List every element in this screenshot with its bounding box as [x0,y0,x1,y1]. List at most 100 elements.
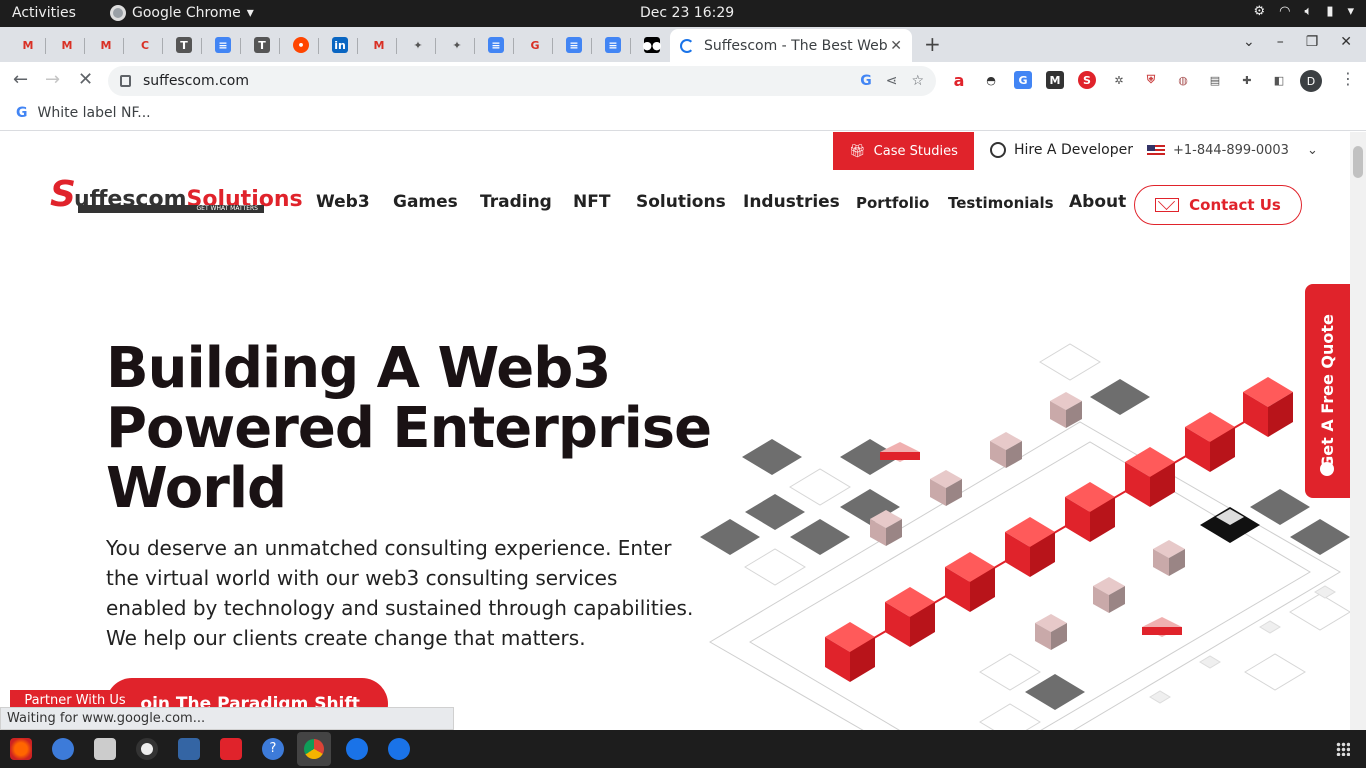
hero-description: You deserve an unmatched consulting expe… [106,536,694,650]
translate-icon[interactable]: G [1014,71,1032,89]
chrome-dock-item[interactable] [297,732,331,766]
nav-trading[interactable]: Trading [480,192,552,212]
writer-icon[interactable] [178,738,200,760]
close-window-button[interactable]: ✕ [1340,34,1352,50]
url-text[interactable]: suffescom.com [143,73,846,89]
settings-icon: ⚙ [1253,4,1266,19]
loading-spinner-icon [680,38,694,53]
medium-icon: ●● [642,37,662,53]
nav-solutions[interactable]: Solutions [636,192,726,212]
address-bar[interactable]: suffescom.com G ⋖ ☆ [108,66,936,96]
globe-icon[interactable]: ◍ [1174,71,1192,89]
activities-button[interactable]: Activities [12,5,76,21]
new-tab-button[interactable]: + [924,32,941,56]
page-scrollbar[interactable] [1350,132,1366,730]
hire-developer-link[interactable]: Hire A Developer [990,142,1133,158]
bookmark-item[interactable]: G White label NF... [16,105,151,121]
firefox-icon[interactable] [10,738,32,760]
shield-icon[interactable]: ⛨ [1142,71,1160,89]
tab-gmail[interactable]: M [49,31,85,59]
tab-reddit[interactable]: • [283,31,319,59]
chevron-down-icon: ▾ [1347,4,1354,19]
show-apps-icon[interactable] [1336,742,1350,756]
nav-testimonials[interactable]: Testimonials [948,194,1054,212]
close-tab-icon[interactable]: ✕ [890,38,902,54]
tab-search-icon[interactable]: ⌄ [1243,34,1255,50]
google-lens-icon[interactable]: G [860,73,872,89]
gmail-icon: M [61,38,73,52]
tab-site[interactable]: T [166,31,202,59]
nav-industries[interactable]: Industries [743,192,840,212]
minimize-button[interactable]: – [1277,34,1284,50]
extension-gear-icon[interactable]: ✲ [1110,71,1128,89]
envelope-icon [1155,198,1180,212]
scrollbar-thumb[interactable] [1353,146,1363,178]
nav-portfolio[interactable]: Portfolio [856,194,929,212]
battery-icon: ▮ [1326,4,1334,19]
bookmarks-bar: G White label NF... [0,98,1366,131]
phone-selector[interactable]: +1-844-899-0003 ⌄ [1147,143,1318,158]
stop-loading-button[interactable]: ✕ [78,69,93,90]
tab-site[interactable]: G [517,31,553,59]
side-panel-icon[interactable]: ◧ [1270,71,1288,89]
tab-gmail[interactable]: M [88,31,124,59]
case-studies-button[interactable]: 🎁︎ Case Studies [833,132,974,170]
docs-icon: ≡ [215,37,231,53]
tab-site[interactable]: T [244,31,280,59]
contact-us-button[interactable]: Contact Us [1134,185,1302,225]
camera-icon[interactable] [136,738,158,760]
linkedin-icon: in [332,37,348,53]
nav-about[interactable]: About [1069,192,1126,212]
messaging-icon[interactable] [52,738,74,760]
app-icon[interactable] [388,738,410,760]
extension-s-icon[interactable]: S [1078,71,1096,89]
active-tab[interactable]: Suffescom - The Best Web ✕ [670,29,912,62]
google-icon: G [16,105,28,121]
dock: ? [0,730,1366,768]
back-button[interactable]: ← [13,69,28,90]
contact-label: Contact Us [1189,196,1281,214]
gmail-icon: M [22,38,34,52]
profile-avatar[interactable]: D [1300,70,1322,92]
forward-button[interactable]: → [45,69,60,90]
suffescom-logo[interactable]: S uffescom Solutions GET WHAT MATTERS [50,169,303,213]
nav-nft[interactable]: NFT [573,192,610,212]
tab-gmail[interactable]: M [361,31,397,59]
extensions-puzzle-icon[interactable]: ✚ [1238,71,1256,89]
tab-gmail[interactable]: M [10,31,46,59]
lock-icon[interactable] [120,75,131,87]
app-menu[interactable]: Google Chrome ▾ [110,5,254,21]
tab-medium[interactable]: ●● [634,31,670,59]
extension-a-icon[interactable]: a [950,71,968,90]
runner-icon: ✦ [452,38,462,52]
help-icon[interactable]: ? [262,738,284,760]
share-icon[interactable]: ⋖ [886,73,898,89]
tab-docs[interactable]: ≡ [478,31,514,59]
nav-web3[interactable]: Web3 [316,192,370,212]
extensions-row: a ◓ G M S ✲ ⛨ ◍ ▤ ✚ ◧ [950,71,1288,90]
app-icon[interactable] [346,738,368,760]
bookmark-star-icon[interactable]: ☆ [911,73,924,89]
chrome-icon [110,5,126,21]
reader-icon[interactable]: ▤ [1206,71,1224,89]
clock[interactable]: Dec 23 16:29 [640,5,734,21]
maximize-button[interactable]: ❐ [1306,34,1319,50]
tab-linkedin[interactable]: in [322,31,358,59]
system-tray[interactable]: ⚙ ◠ 🔈︎ ▮ ▾ [1254,4,1355,19]
extension-m-icon[interactable]: M [1046,71,1064,89]
case-studies-label: Case Studies [873,143,958,159]
files-icon[interactable] [94,738,116,760]
tab-docs[interactable]: ≡ [556,31,592,59]
web-page: 🎁︎ Case Studies Hire A Developer +1-844-… [0,132,1350,730]
nav-games[interactable]: Games [393,192,458,212]
tab-docs[interactable]: ≡ [205,31,241,59]
extension-hat-icon[interactable]: ◓ [982,71,1000,89]
tab-site[interactable]: ✦ [400,31,436,59]
software-icon[interactable] [220,738,242,760]
tab-site[interactable]: C [127,31,163,59]
tab-site[interactable]: ✦ [439,31,475,59]
chrome-menu-icon[interactable]: ⋮ [1340,69,1356,88]
free-quote-tab[interactable]: Get A Free Quote [1305,284,1350,498]
tab-docs[interactable]: ≡ [595,31,631,59]
system-top-bar: Activities Google Chrome ▾ Dec 23 16:29 … [0,0,1366,27]
